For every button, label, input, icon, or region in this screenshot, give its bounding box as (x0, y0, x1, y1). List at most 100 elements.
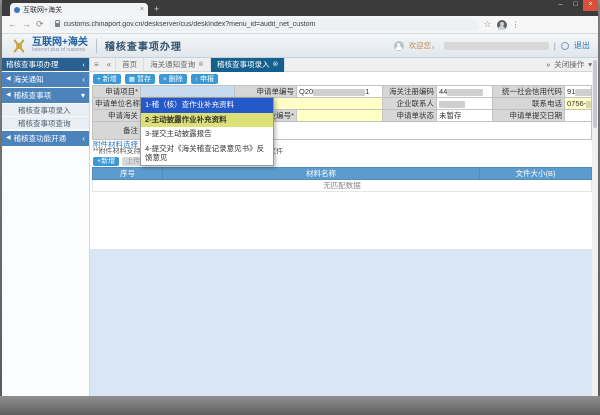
column-header-index: 序号 (93, 168, 163, 180)
minimize-button[interactable]: – (553, 0, 568, 11)
favicon (14, 7, 20, 13)
customs-logo-icon (10, 37, 28, 55)
tab-close-icon[interactable]: ⊗ (198, 58, 204, 72)
sidebar-header: 稽核查事项办理 ‹ (2, 58, 89, 71)
company-name-label: 申请单位名称 (93, 98, 141, 110)
user-icon (394, 41, 404, 51)
tab-home[interactable]: 首页 (115, 58, 144, 72)
declare-button[interactable]: ↑ 申报 (191, 74, 218, 84)
phone-input[interactable]: 0756- (565, 98, 592, 110)
credit-code-label: 统一社会信用代码 (493, 86, 565, 98)
job-no-input[interactable] (297, 110, 383, 122)
plus-icon: + (97, 75, 101, 84)
contact-label: 企业联系人 (383, 98, 437, 110)
sidebar-item-customs-notice[interactable]: ◀ 海关通知 ‹ (2, 72, 89, 87)
add-button[interactable]: + 新增 (93, 74, 121, 84)
customs-code-label: 海关注册编码 (383, 86, 437, 98)
megaphone-icon: ◀ (6, 131, 11, 146)
tab-notice-query[interactable]: 海关通知查询 ⊗ (144, 58, 211, 72)
forward-icon[interactable]: → (22, 20, 31, 29)
chevron-left-icon: ‹ (82, 131, 85, 146)
apply-item-select[interactable] (141, 86, 235, 98)
form-toolbar: + 新增 ▦ 暂存 × 删除 ↑ 申报 (90, 73, 598, 85)
header-separator: | (554, 41, 556, 51)
refresh-icon[interactable]: ⟳ (36, 20, 44, 29)
dropdown-option-4[interactable]: 4-提交对《海关稽查记录意见书》反馈意见 (141, 142, 273, 165)
temp-save-button[interactable]: ▦ 暂存 (125, 74, 155, 84)
apply-no-field: Q201 (297, 86, 383, 98)
app-header: 互联网+海关 Internet plus of customs 稽核查事项办理 … (2, 34, 598, 58)
main-panel: ≡ « 首页 海关通知查询 ⊗ 稽核查事项录入 ⊗ » 关闭操作 ▾ (90, 58, 598, 396)
back-icon[interactable]: ← (8, 20, 17, 29)
submit-date-label: 申请单提交日期 (493, 110, 565, 122)
ssl-lock-icon (55, 23, 60, 27)
apply-item-dropdown: 1-稽（核）查作业补充资料 2-主动披露作业补充资料 3-提交主动披露报告 4-… (140, 97, 274, 166)
logout-button[interactable]: 退出 (574, 40, 590, 51)
browser-urlbar: ← → ⟳ customs.chinaport.gov.cn/deskserve… (2, 16, 598, 34)
browser-window: 互联网+海关 × + – □ × ← → ⟳ customs.chinaport… (2, 0, 598, 396)
save-icon: ▦ (129, 75, 135, 84)
apply-no-label: 申请单编号 (235, 86, 297, 98)
scrollbar-thumb[interactable] (593, 60, 597, 128)
tab-close-icon[interactable]: ⊗ (273, 58, 279, 72)
logout-icon (561, 42, 569, 50)
window-controls: – □ × (553, 0, 598, 11)
dropdown-option-2[interactable]: 2-主动披露作业补充资料 (141, 113, 273, 128)
upload-icon: ↑ (195, 75, 198, 84)
vertical-scrollbar[interactable] (592, 58, 598, 396)
megaphone-icon: ◀ (6, 88, 11, 103)
customs-code-field: 44 (437, 86, 493, 98)
browser-tab[interactable]: 互联网+海关 × (10, 3, 148, 16)
sidebar-item-audit-entry[interactable]: 稽核查事项录入 (2, 104, 89, 117)
tab-audit-entry[interactable]: 稽核查事项录入 ⊗ (211, 58, 285, 72)
welcome-text: 欢迎您， (409, 40, 439, 51)
table-footer-space (90, 192, 598, 200)
close-button[interactable]: × (583, 0, 598, 11)
profile-avatar-icon[interactable] (497, 20, 507, 30)
content-empty-area (90, 249, 592, 396)
remark-label: 备注 (93, 122, 141, 140)
delete-icon: × (163, 75, 167, 84)
chevron-down-icon: ▾ (81, 88, 85, 103)
scroll-tabs-left-icon[interactable]: « (103, 60, 115, 69)
address-bar[interactable]: customs.chinaport.gov.cn/deskserver/cus/… (49, 19, 479, 31)
sidebar: 稽核查事项办理 ‹ ◀ 海关通知 ‹ ◀ 稽核查事项 ▾ 稽核查事项录入 稽核查… (2, 58, 90, 396)
status-value: 未暂存 (437, 110, 493, 122)
credit-code-field: 91 (565, 86, 592, 98)
url-text: customs.chinaport.gov.cn/deskserver/cus/… (64, 21, 316, 28)
app-logo-subtitle: Internet plus of customs (32, 48, 88, 53)
chevron-left-icon: ‹ (82, 72, 85, 87)
header-divider (96, 39, 97, 53)
delete-button[interactable]: × 删除 (159, 74, 187, 84)
workspace-tabstrip: ≡ « 首页 海关通知查询 ⊗ 稽核查事项录入 ⊗ » 关闭操作 ▾ (90, 58, 598, 72)
scroll-tabs-right-icon[interactable]: » (546, 60, 550, 69)
browser-titlebar: 互联网+海关 × + – □ × (2, 0, 598, 16)
status-label: 申请单状态 (383, 110, 437, 122)
maximize-button[interactable]: □ (568, 0, 583, 11)
menu-icon[interactable]: ≡ (90, 60, 103, 69)
dropdown-option-3[interactable]: 3-提交主动披露报告 (141, 127, 273, 142)
sidebar-item-audit-matters[interactable]: ◀ 稽核查事项 ▾ (2, 88, 89, 103)
page-title: 稽核查事项办理 (105, 38, 182, 53)
contact-field[interactable] (437, 98, 493, 110)
phone-label: 联系电话 (493, 98, 565, 110)
dropdown-option-1[interactable]: 1-稽（核）查作业补充资料 (141, 98, 273, 113)
new-tab-button[interactable]: + (154, 3, 159, 16)
browser-menu-icon[interactable]: ⋮ (512, 20, 520, 29)
sidebar-title: 稽核查事项办理 (6, 58, 59, 71)
close-operations-menu[interactable]: 关闭操作 (554, 59, 584, 70)
redacted-username (444, 42, 549, 50)
attachment-table: 序号 材料名称 文件大小(B) 无匹配数据 (92, 167, 592, 192)
apply-item-label: 申请项目* (93, 86, 141, 98)
sidebar-item-audit-function[interactable]: ◀ 稽核查功能开通 ‹ (2, 131, 89, 146)
sidebar-item-audit-query[interactable]: 稽核查事项查询 (2, 117, 89, 130)
sidebar-collapse-icon[interactable]: ‹ (83, 58, 86, 71)
empty-table-message: 无匹配数据 (93, 180, 592, 192)
tab-close-icon[interactable]: × (140, 6, 144, 13)
apply-customs-label: 申请海关 (93, 110, 141, 122)
bookmark-star-icon[interactable]: ☆ (484, 19, 492, 30)
megaphone-icon: ◀ (6, 72, 11, 87)
column-header-filesize: 文件大小(B) (480, 168, 592, 180)
browser-tab-title: 互联网+海关 (23, 5, 137, 15)
attachment-add-button[interactable]: +新增 (93, 157, 119, 166)
